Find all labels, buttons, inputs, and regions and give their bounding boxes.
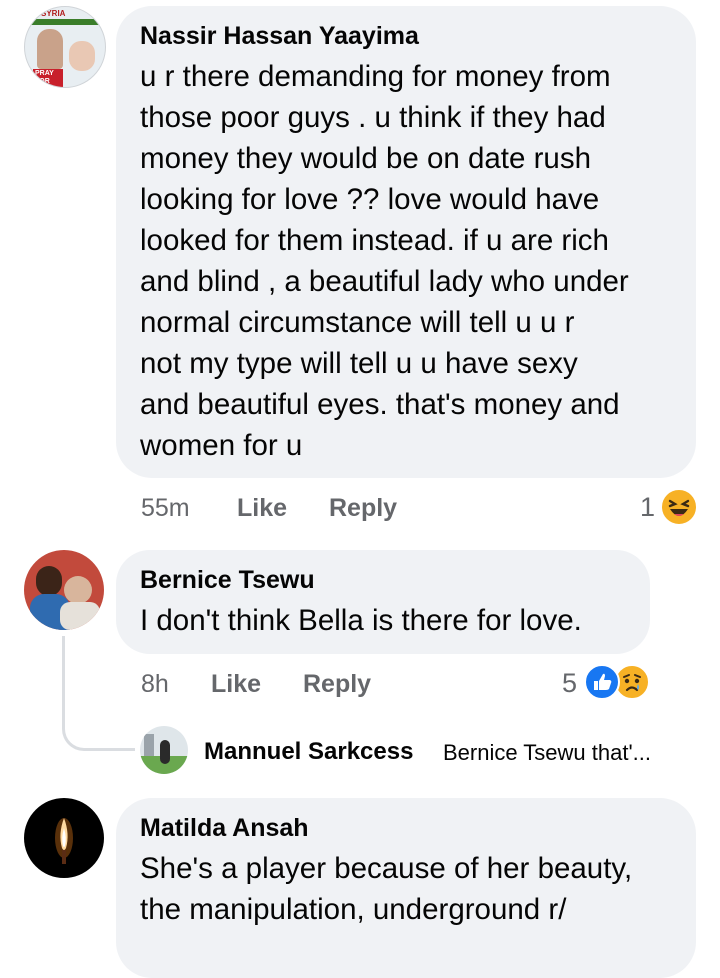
like-button[interactable]: Like: [237, 494, 287, 523]
avatar-baby-clothes: [60, 602, 100, 630]
reply-author[interactable]: Mannuel Sarkcess: [204, 738, 413, 766]
text-line: normal circumstance will tell u u r: [140, 306, 575, 339]
text-line: women for u: [140, 429, 303, 462]
avatar-figure: [37, 29, 63, 69]
avatar-face: [36, 566, 62, 596]
text-line: and blind , a beautiful lady who under: [140, 265, 629, 298]
comment-bubble[interactable]: Nassir Hassan Yaayima u r there demandin…: [116, 6, 696, 478]
reply-snippet[interactable]: Bernice Tsewu that'...: [443, 740, 651, 766]
text-line: those poor guys . u think if they had: [140, 101, 606, 134]
text-line: looked for them instead. if u are rich: [140, 224, 609, 257]
avatar-caption-bottom: PRAY FOR: [33, 69, 63, 87]
text-line: u r there demanding for money from: [140, 60, 611, 93]
avatar-child: [69, 41, 95, 71]
text-line: I don't think Bella is there for love.: [140, 604, 582, 637]
comment-text: u r there demanding for money from those…: [140, 56, 629, 466]
text-line: the manipulation, underground r/: [140, 893, 567, 926]
text-line: and beautiful eyes. that's money and: [140, 388, 620, 421]
text-line: not my type will tell u u have sexy: [140, 347, 578, 380]
avatar-matilda[interactable]: [24, 798, 104, 878]
comment-bubble[interactable]: Matilda Ansah She's a player because of …: [116, 798, 696, 978]
reaction-count[interactable]: 1: [640, 492, 655, 523]
avatar-caption-top: SYRIA: [41, 9, 66, 18]
author-name[interactable]: Matilda Ansah: [140, 814, 309, 843]
avatar-person: [160, 740, 170, 764]
avatar-mannuel[interactable]: [140, 726, 188, 774]
timestamp[interactable]: 8h: [141, 670, 169, 699]
author-name[interactable]: Bernice Tsewu: [140, 566, 315, 595]
reply-button[interactable]: Reply: [329, 494, 397, 523]
avatar-building: [144, 734, 154, 756]
like-button[interactable]: Like: [211, 670, 261, 699]
author-name[interactable]: Nassir Hassan Yaayima: [140, 22, 419, 51]
avatar-nassir[interactable]: SYRIA PRAY FOR: [24, 6, 106, 88]
comment-bubble[interactable]: Bernice Tsewu I don't think Bella is the…: [116, 550, 650, 654]
reply-button[interactable]: Reply: [303, 670, 371, 699]
comment-text: I don't think Bella is there for love.: [140, 600, 582, 641]
comment-text: She's a player because of her beauty, th…: [140, 848, 632, 930]
avatar-baby: [64, 576, 92, 604]
text-line: money they would be on date rush: [140, 142, 591, 175]
candle-icon: [55, 818, 73, 864]
avatar-bernice[interactable]: [24, 550, 104, 630]
text-line: She's a player because of her beauty,: [140, 852, 633, 885]
flag-stripe: [29, 19, 101, 25]
like-reaction-icon[interactable]: [584, 664, 620, 700]
reaction-count[interactable]: 5: [562, 668, 577, 699]
timestamp[interactable]: 55m: [141, 494, 190, 523]
haha-emoji-icon[interactable]: [660, 488, 698, 526]
text-line: looking for love ?? love would have: [140, 183, 600, 216]
thread-connector: [62, 636, 135, 751]
